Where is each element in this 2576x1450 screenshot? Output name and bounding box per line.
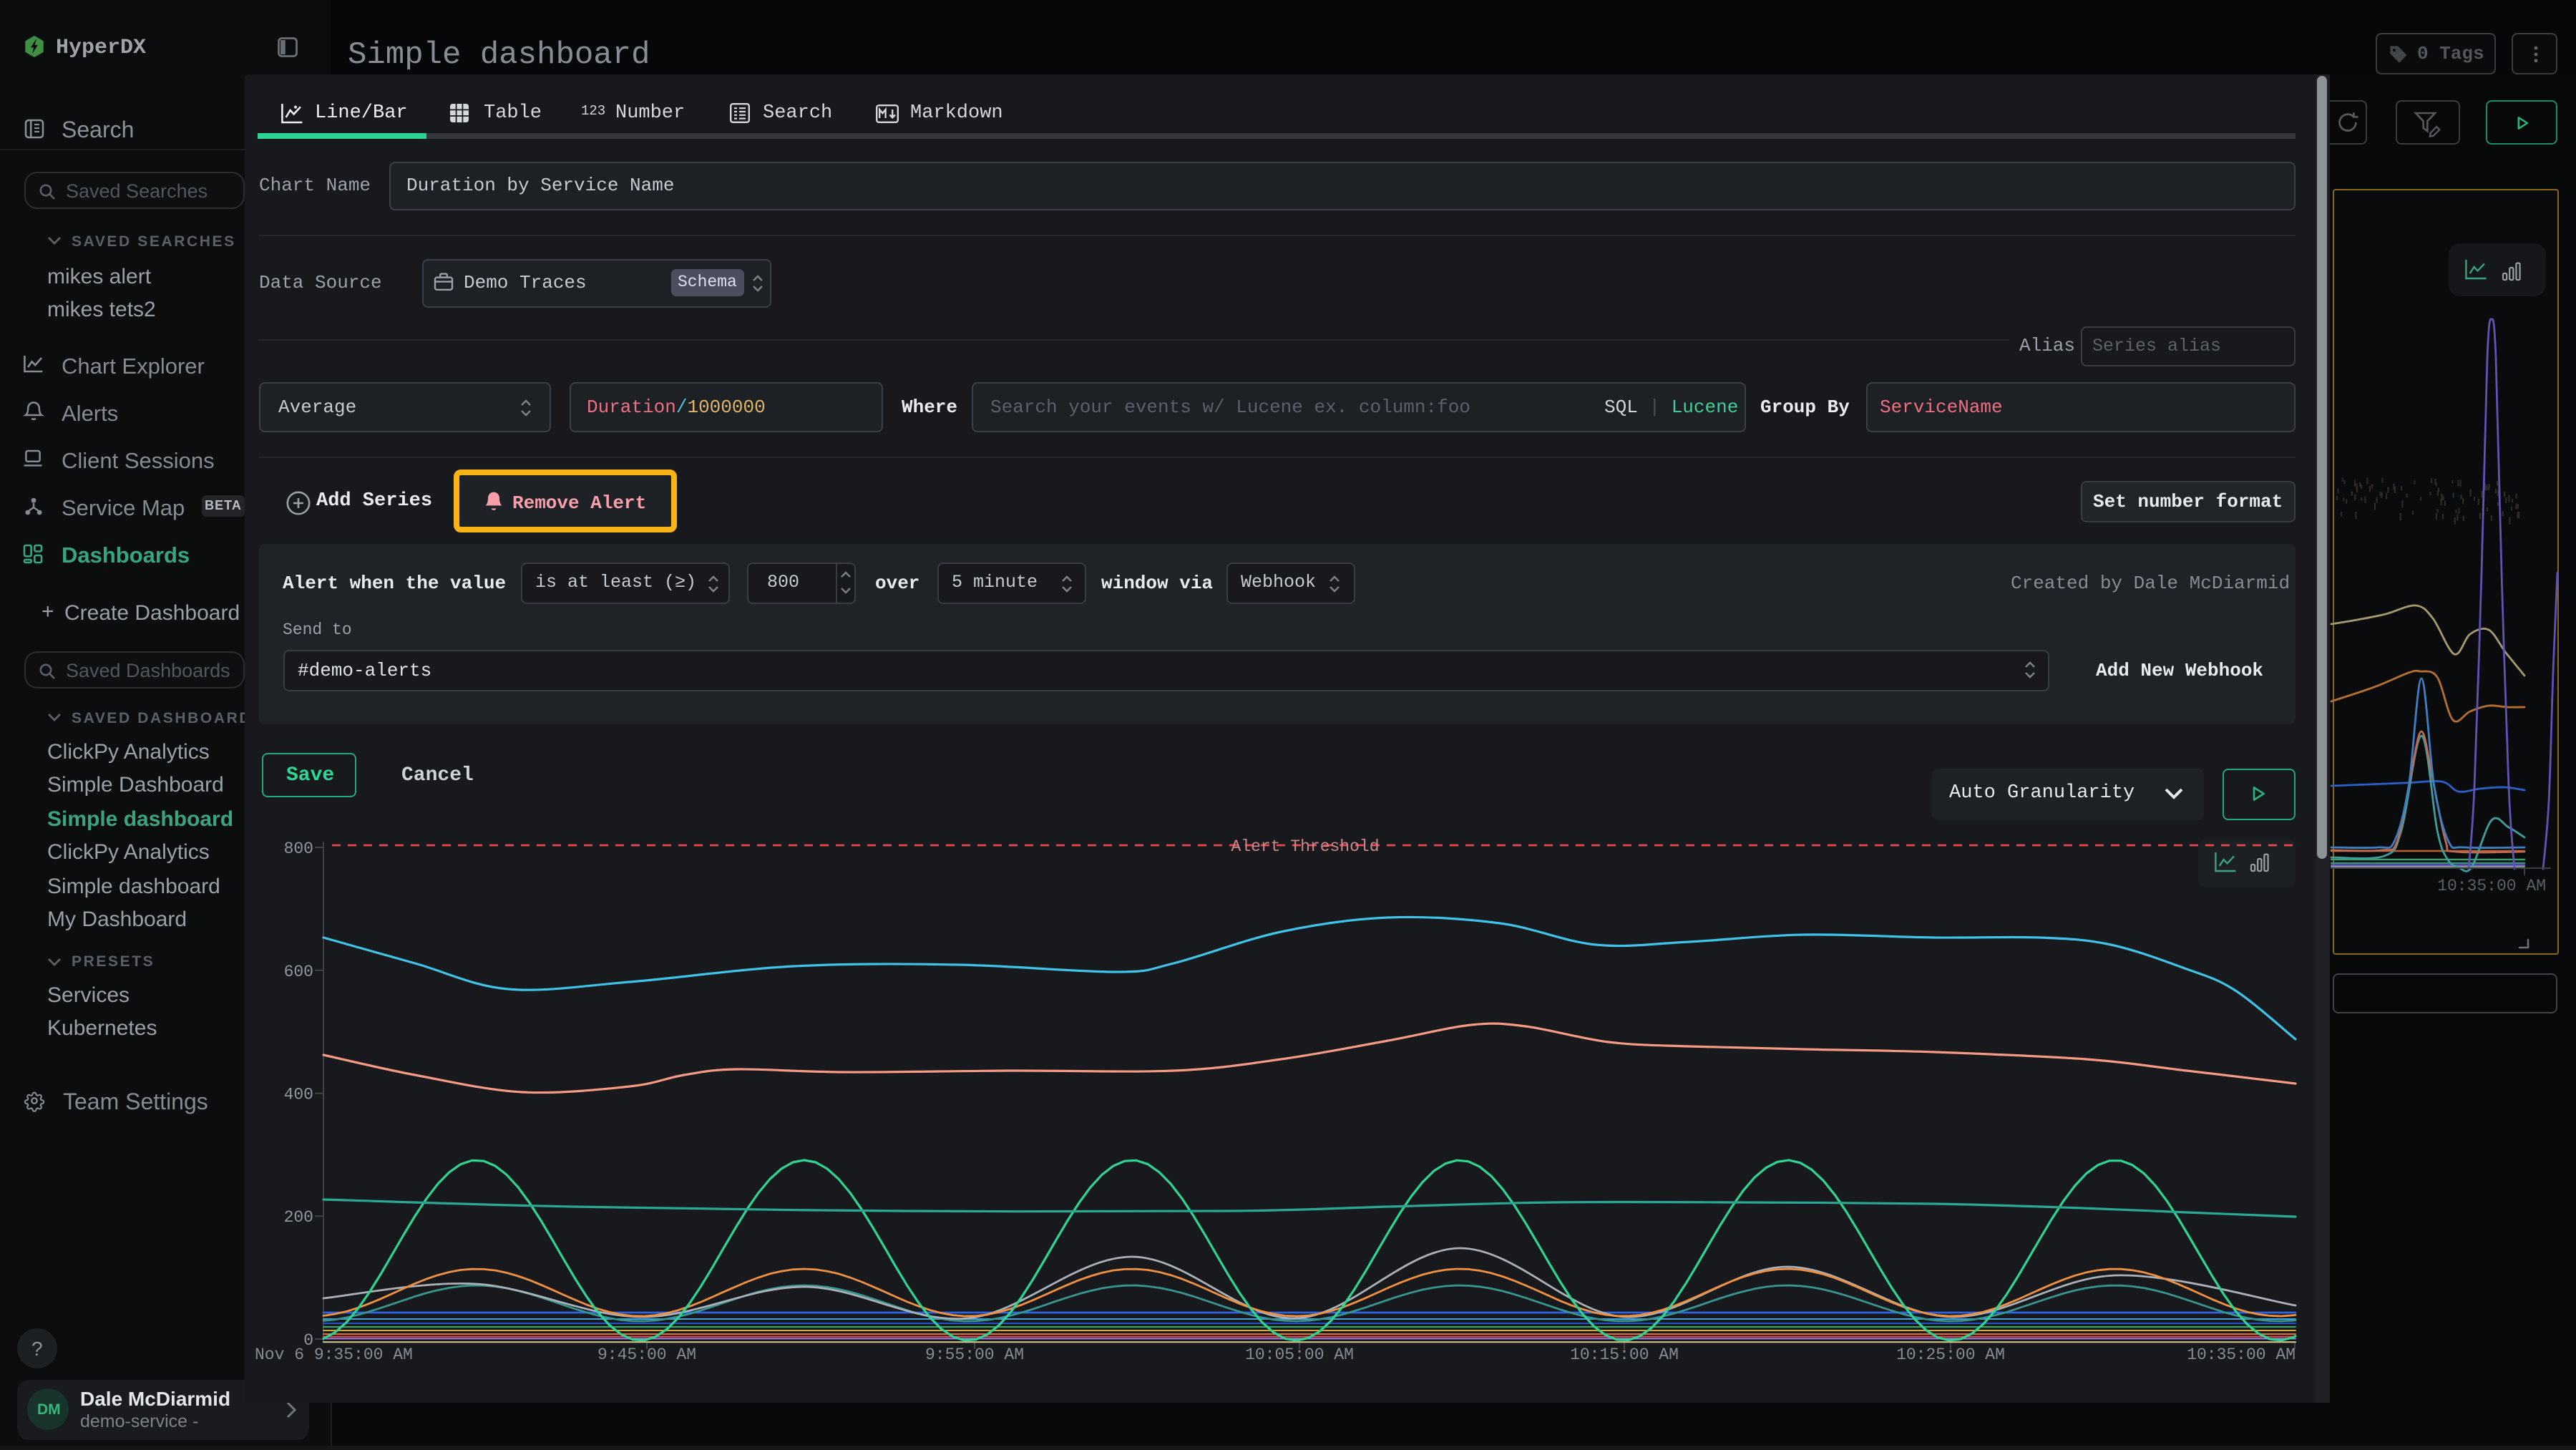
svg-text:10:15:00 AM: 10:15:00 AM bbox=[1570, 1346, 1679, 1364]
svg-text:10:35:00 AM: 10:35:00 AM bbox=[2437, 877, 2546, 895]
svg-text:Nov 6 9:35:00 AM: Nov 6 9:35:00 AM bbox=[255, 1346, 413, 1364]
svg-text:800: 800 bbox=[284, 840, 313, 858]
svg-text:10:35:00 AM: 10:35:00 AM bbox=[2187, 1346, 2296, 1364]
svg-text:400: 400 bbox=[284, 1086, 313, 1104]
svg-text:9:55:00 AM: 9:55:00 AM bbox=[925, 1346, 1024, 1364]
svg-text:10:25:00 AM: 10:25:00 AM bbox=[1896, 1346, 2005, 1364]
svg-text:9:45:00 AM: 9:45:00 AM bbox=[597, 1346, 696, 1364]
svg-text:Alert Threshold: Alert Threshold bbox=[1231, 837, 1379, 856]
svg-text:10:05:00 AM: 10:05:00 AM bbox=[1245, 1346, 1354, 1364]
svg-text:600: 600 bbox=[284, 963, 313, 981]
svg-text:200: 200 bbox=[284, 1208, 313, 1227]
